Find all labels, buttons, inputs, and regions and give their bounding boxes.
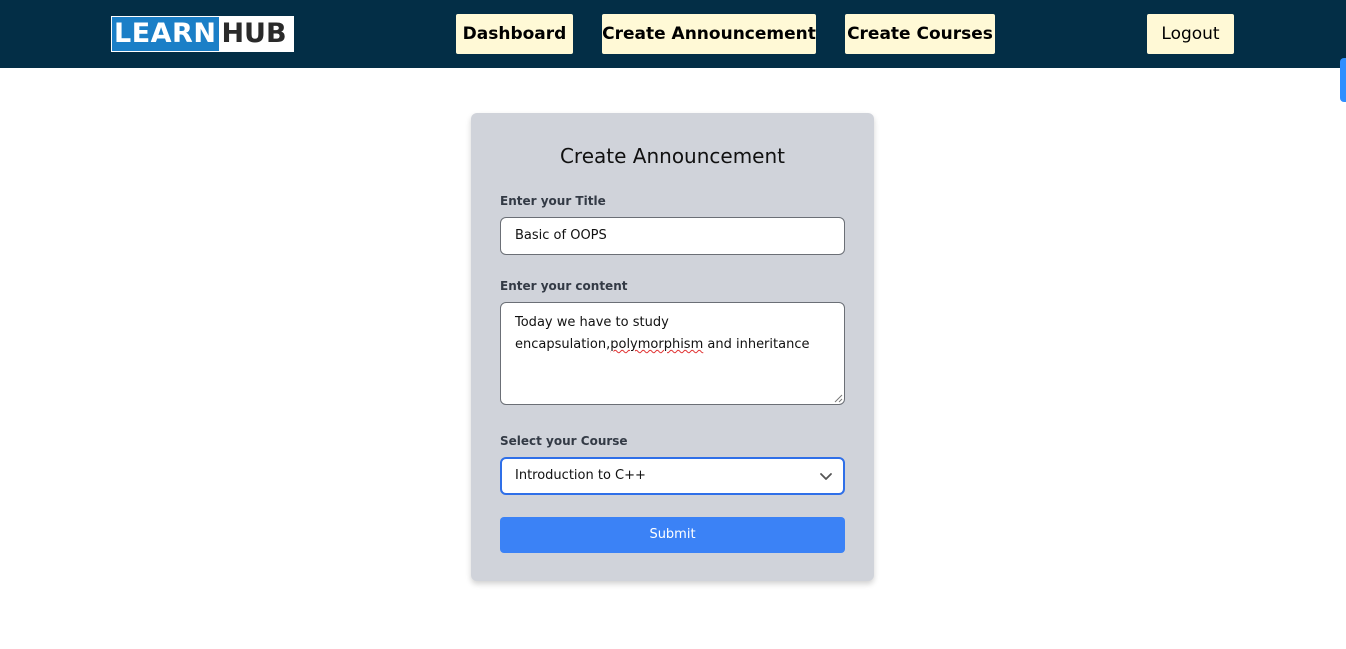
content-line-1: Today we have to study — [515, 315, 669, 330]
content-word-polymorphism: polymorphism — [610, 337, 704, 352]
content-word-encapsulation: encapsulation, — [515, 337, 611, 352]
content-line-2: encapsulation,polymorphism and inheritan… — [515, 334, 830, 356]
course-select[interactable]: Introduction to C++ — [500, 457, 845, 495]
dashboard-button[interactable]: Dashboard — [456, 14, 573, 54]
create-announcement-button[interactable]: Create Announcement — [602, 14, 816, 54]
learnhub-logo[interactable]: LEARN HUB — [111, 16, 294, 52]
course-label: Select your Course — [500, 434, 628, 448]
top-navbar: LEARN HUB Dashboard Create Announcement … — [0, 0, 1346, 68]
logo-hub-text: HUB — [219, 17, 293, 51]
announcement-form-card: Create Announcement Enter your Title Bas… — [471, 113, 874, 581]
logo-learn-text: LEARN — [112, 17, 220, 51]
content-label: Enter your content — [500, 279, 628, 293]
chevron-down-icon — [820, 473, 832, 480]
content-textarea[interactable]: Today we have to study encapsulation,pol… — [500, 302, 845, 405]
form-heading: Create Announcement — [559, 144, 786, 168]
course-selected-value: Introduction to C++ — [515, 468, 646, 483]
title-input-value: Basic of OOPS — [515, 228, 607, 243]
title-input[interactable]: Basic of OOPS — [500, 217, 845, 255]
side-scroll-tab[interactable] — [1340, 58, 1346, 102]
content-word-rest: and inheritance — [703, 337, 810, 352]
create-courses-button[interactable]: Create Courses — [845, 14, 995, 54]
logout-button[interactable]: Logout — [1147, 14, 1234, 54]
submit-button[interactable]: Submit — [500, 517, 845, 553]
title-label: Enter your Title — [500, 194, 606, 208]
resize-grip-icon[interactable] — [833, 393, 843, 403]
